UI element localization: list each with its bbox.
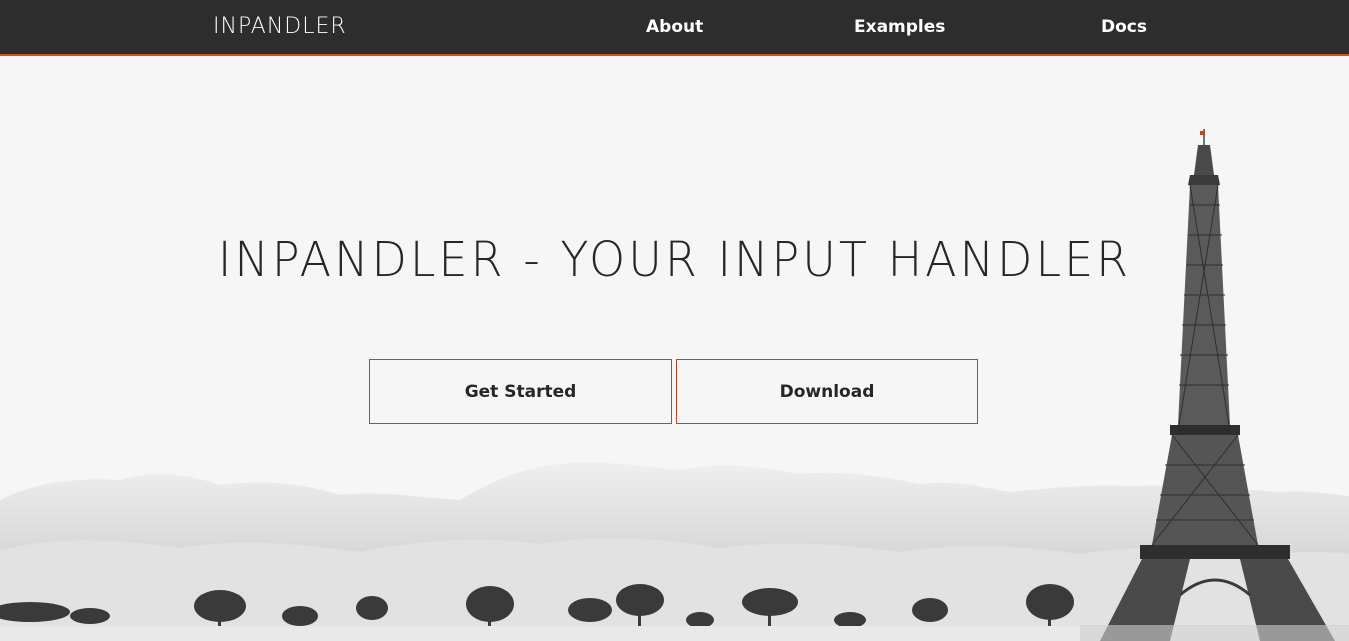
download-button[interactable]: Download [676,359,978,424]
page: INPANDLER About Examples Docs INPANDLER … [0,0,1349,641]
hero-title: INPANDLER - YOUR INPUT HANDLER [217,230,1132,288]
nav-link-examples[interactable]: Examples [854,16,945,38]
eiffel-tower-illustration [1080,129,1349,641]
get-started-button[interactable]: Get Started [369,359,672,424]
top-navbar: INPANDLER About Examples Docs [0,0,1349,56]
nav-link-docs[interactable]: Docs [1101,16,1147,38]
brand-logo-link[interactable]: INPANDLER [213,13,347,41]
nav-link-about[interactable]: About [646,16,703,38]
